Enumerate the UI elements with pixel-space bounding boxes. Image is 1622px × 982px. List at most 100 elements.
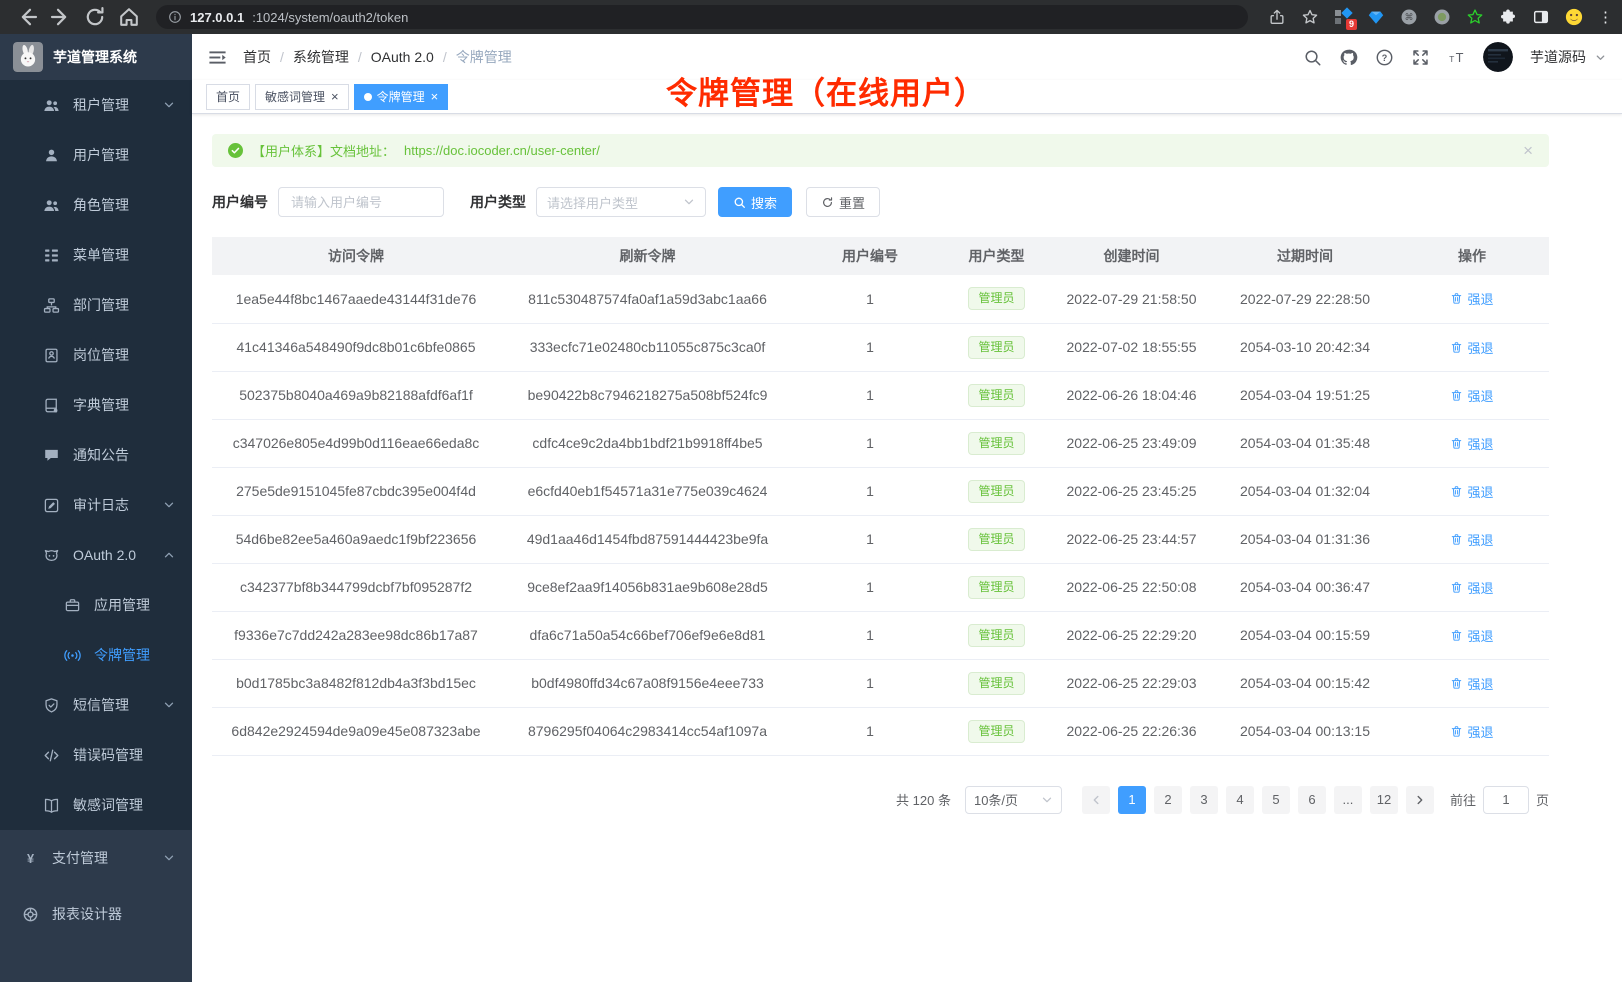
sidebar-item-post[interactable]: 岗位管理 [0,330,192,380]
refresh-token-cell: cdfc4ce9c2da4bb1bdf21b9918ff4be5 [500,419,795,467]
action-cell: 强退 [1395,275,1549,323]
sidebar-item-dept[interactable]: 部门管理 [0,280,192,330]
page-size-select[interactable]: 10条/页 [965,786,1062,814]
app-logo-band[interactable]: 芋道管理系统 [0,34,192,80]
bookmark-star-icon[interactable] [1301,8,1319,26]
sidebar-item-role[interactable]: 角色管理 [0,180,192,230]
force-logout-button[interactable]: 强退 [1450,578,1493,597]
force-logout-button[interactable]: 强退 [1450,722,1493,741]
force-logout-button[interactable]: 强退 [1450,530,1493,549]
search-icon [733,196,746,209]
share-icon[interactable] [1268,8,1286,26]
url-bar[interactable]: 127.0.0.1:1024/system/oauth2/token [156,5,1248,29]
search-button[interactable]: 搜索 [718,187,792,217]
force-logout-button[interactable]: 强退 [1450,434,1493,453]
breadcrumb-item[interactable]: OAuth 2.0 [371,49,434,65]
pagination-next-button[interactable] [1406,786,1434,814]
extension-gem-icon[interactable] [1367,8,1385,26]
sidebar-item-dict[interactable]: 字典管理 [0,380,192,430]
created-time-cell: 2022-06-25 23:44:57 [1048,515,1215,563]
sidebar-toggle-icon[interactable] [208,48,227,67]
pagination-page-button[interactable]: 4 [1226,786,1254,814]
action-cell: 强退 [1395,563,1549,611]
tab-敏感词管理[interactable]: 敏感词管理× [255,84,349,110]
caret-down-icon[interactable] [1595,52,1606,63]
force-logout-button[interactable]: 强退 [1450,674,1493,693]
split-view-icon[interactable] [1532,8,1550,26]
sidebar-item-error-code[interactable]: 错误码管理 [0,730,192,780]
pagination-page-button[interactable]: 1 [1118,786,1146,814]
page-info-icon[interactable] [168,10,182,24]
chevron-down-icon [1041,794,1053,806]
extensions-puzzle-icon[interactable] [1499,8,1517,26]
fullscreen-icon[interactable] [1411,48,1430,67]
browser-back-icon[interactable] [15,5,39,29]
sidebar-item-notice[interactable]: 通知公告 [0,430,192,480]
goto-suffix: 页 [1536,790,1549,809]
pagination-prev-button[interactable] [1082,786,1110,814]
pagination-page-button[interactable]: 6 [1298,786,1326,814]
pagination-page-button[interactable]: 12 [1370,786,1398,814]
trash-icon [1450,292,1463,305]
extension-record-icon[interactable] [1433,8,1451,26]
user-type-select[interactable]: 请选择用户类型 [536,187,706,217]
sidebar-item-audit-log[interactable]: 审计日志 [0,480,192,530]
pagination-ellipsis[interactable]: ... [1334,786,1362,814]
tab-首页[interactable]: 首页 [206,84,250,110]
sidebar-item-pay[interactable]: ¥支付管理 [0,830,192,886]
breadcrumb-item[interactable]: 首页 [243,47,271,67]
tab-close-icon[interactable]: × [331,90,339,103]
font-size-icon[interactable]: TT [1447,48,1466,67]
sidebar-item-report-designer[interactable]: 报表设计器 [0,886,192,942]
force-logout-label: 强退 [1467,674,1493,693]
breadcrumb-item[interactable]: 系统管理 [293,47,349,67]
goto-page-input[interactable] [1483,786,1529,814]
force-logout-button[interactable]: 强退 [1450,338,1493,357]
sidebar-item-oauth2-app[interactable]: 应用管理 [0,580,192,630]
help-icon[interactable]: ? [1375,48,1394,67]
search-icon[interactable] [1303,48,1322,67]
table-row: c342377bf8b344799dcbf7bf095287f29ce8ef2a… [212,563,1549,611]
expire-time-cell: 2054-03-04 19:51:25 [1215,371,1395,419]
user-id-cell: 1 [795,275,945,323]
pagination-page-button[interactable]: 2 [1154,786,1182,814]
pagination-page-button[interactable]: 3 [1190,786,1218,814]
username[interactable]: 芋道源码 [1530,47,1586,67]
sidebar-item-sensitive-word[interactable]: 敏感词管理 [0,780,192,830]
sidebar-item-sms[interactable]: 短信管理 [0,680,192,730]
extension-monosnap-icon[interactable]: 9 [1334,8,1352,26]
force-logout-button[interactable]: 强退 [1450,289,1493,308]
sidebar-item-user[interactable]: 用户管理 [0,130,192,180]
trash-icon [1450,629,1463,642]
extension-command-icon[interactable]: ⌘ [1400,8,1418,26]
sidebar-item-tenant[interactable]: 租户管理 [0,80,192,130]
user-avatar[interactable] [1483,42,1513,72]
extension-star-icon[interactable] [1466,8,1484,26]
sidebar-item-label: 敏感词管理 [73,795,143,815]
force-logout-label: 强退 [1467,386,1493,405]
sidebar-item-oauth2[interactable]: OAuth 2.0 [0,530,192,580]
extension-badge: 9 [1346,19,1357,30]
user-id-cell: 1 [795,323,945,371]
alert-doc-link[interactable]: https://doc.iocoder.cn/user-center/ [404,143,600,158]
sidebar-menu: 租户管理用户管理角色管理菜单管理部门管理岗位管理字典管理通知公告审计日志OAut… [0,80,192,982]
force-logout-button[interactable]: 强退 [1450,482,1493,501]
force-logout-button[interactable]: 强退 [1450,386,1493,405]
browser-forward-icon[interactable] [49,5,73,29]
user-type-badge: 管理员 [968,287,1024,310]
force-logout-button[interactable]: 强退 [1450,626,1493,645]
tab-令牌管理[interactable]: 令牌管理× [354,84,449,110]
user-id-input[interactable] [278,187,444,217]
reset-button[interactable]: 重置 [806,187,880,217]
tab-close-icon[interactable]: × [431,90,439,103]
profile-emoji-icon[interactable] [1565,8,1583,26]
github-icon[interactable] [1339,48,1358,67]
browser-reload-icon[interactable] [83,5,107,29]
sidebar-item-label: 令牌管理 [94,645,150,665]
sidebar-item-oauth2-token[interactable]: 令牌管理 [0,630,192,680]
alert-close-icon[interactable]: × [1523,141,1533,161]
sidebar-item-menu[interactable]: 菜单管理 [0,230,192,280]
pagination-page-button[interactable]: 5 [1262,786,1290,814]
browser-menu-icon[interactable]: ⋮ [1598,8,1608,26]
browser-home-icon[interactable] [117,5,141,29]
